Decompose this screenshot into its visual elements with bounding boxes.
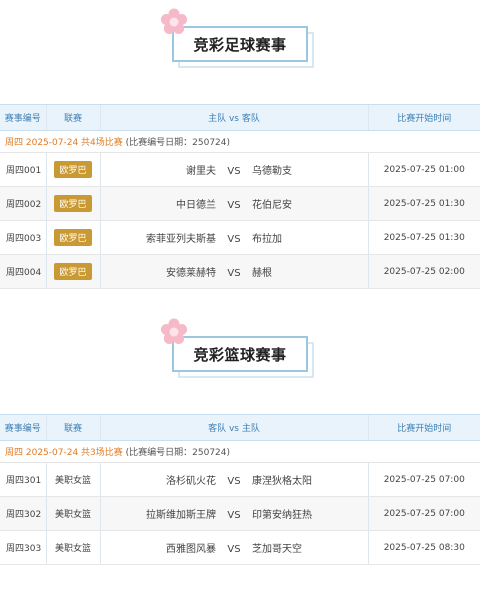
guest-team[interactable]: 西雅图风暴 (104, 540, 216, 555)
match-id: 周四301 (0, 462, 46, 497)
league-label[interactable]: 美职女篮 (45, 496, 100, 531)
league-cell: 欧罗巴 (45, 152, 100, 187)
start-time: 2025-07-25 07:00 (367, 462, 480, 497)
teams-cell: 谢里夫 VS 乌德勒支 (99, 152, 368, 187)
home-team[interactable]: 索菲亚列夫斯基 (104, 230, 216, 245)
match-id: 周四003 (0, 220, 46, 255)
start-time: 2025-07-25 02:00 (367, 254, 480, 289)
header-match-id: 赛事编号 (0, 414, 46, 441)
header-teams: 主队 vs 客队 (99, 104, 368, 131)
football-table: 赛事编号 联赛 主队 vs 客队 比赛开始时间 周四 2025-07-24 共4… (0, 104, 480, 289)
date-info: 周四 2025-07-24 共4场比赛 (比赛编号日期：250724) (0, 130, 480, 153)
home-team[interactable]: 谢里夫 (104, 162, 216, 177)
header-league: 联赛 (45, 414, 100, 441)
league-label[interactable]: 美职女篮 (45, 462, 100, 497)
date-note: (比赛编号日期：250724) (122, 448, 231, 458)
header-match-id: 赛事编号 (0, 104, 46, 131)
flower-icon (160, 8, 188, 34)
basketball-section-title: 竞彩篮球赛事 (172, 336, 308, 372)
basketball-title-block: 竞彩篮球赛事 (160, 318, 314, 378)
guest-team[interactable]: 洛杉矶火花 (104, 472, 216, 487)
match-id: 周四002 (0, 186, 46, 221)
host-team[interactable]: 康涅狄格太阳 (252, 472, 364, 487)
host-team[interactable]: 芝加哥天空 (252, 540, 364, 555)
start-time: 2025-07-25 07:00 (367, 496, 480, 531)
match-id: 周四001 (0, 152, 46, 187)
league-cell: 欧罗巴 (45, 254, 100, 289)
home-team[interactable]: 中日德兰 (104, 196, 216, 211)
vs-label: VS (227, 544, 241, 555)
league-cell: 欧罗巴 (45, 220, 100, 255)
teams-cell: 西雅图风暴 VS 芝加哥天空 (99, 530, 368, 565)
date-info: 周四 2025-07-24 共3场比赛 (比赛编号日期：250724) (0, 440, 480, 463)
league-badge[interactable]: 欧罗巴 (54, 263, 92, 280)
away-team[interactable]: 乌德勒支 (252, 162, 364, 177)
league-badge[interactable]: 欧罗巴 (54, 229, 92, 246)
header-start-time: 比赛开始时间 (367, 104, 480, 131)
table-row[interactable]: 周四302 美职女篮 拉斯维加斯王牌 VS 印第安纳狂热 2025-07-25 07… (0, 496, 480, 531)
vs-label: VS (227, 200, 241, 211)
header-start-time: 比赛开始时间 (367, 414, 480, 441)
league-badge[interactable]: 欧罗巴 (54, 195, 92, 212)
start-time: 2025-07-25 01:30 (367, 220, 480, 255)
table-row[interactable]: 周四301 美职女篮 洛杉矶火花 VS 康涅狄格太阳 2025-07-25 07:0… (0, 462, 480, 497)
league-label[interactable]: 美职女篮 (45, 530, 100, 565)
teams-cell: 安德莱赫特 VS 赫根 (99, 254, 368, 289)
table-header-row: 赛事编号 联赛 主队 vs 客队 比赛开始时间 (0, 104, 480, 131)
date-highlight: 周四 2025-07-24 共4场比赛 (5, 138, 123, 148)
teams-cell: 拉斯维加斯王牌 VS 印第安纳狂热 (99, 496, 368, 531)
away-team[interactable]: 花伯尼安 (252, 196, 364, 211)
away-team[interactable]: 布拉加 (252, 230, 364, 245)
teams-cell: 洛杉矶火花 VS 康涅狄格太阳 (99, 462, 368, 497)
teams-cell: 中日德兰 VS 花伯尼安 (99, 186, 368, 221)
table-row[interactable]: 周四003 欧罗巴 索菲亚列夫斯基 VS 布拉加 2025-07-25 01:30 (0, 220, 480, 255)
vs-label: VS (227, 268, 241, 279)
start-time: 2025-07-25 01:30 (367, 186, 480, 221)
table-row[interactable]: 周四004 欧罗巴 安德莱赫特 VS 赫根 2025-07-25 02:00 (0, 254, 480, 289)
header-teams: 客队 vs 主队 (99, 414, 368, 441)
table-row[interactable]: 周四303 美职女篮 西雅图风暴 VS 芝加哥天空 2025-07-25 08:30 (0, 530, 480, 565)
teams-cell: 索菲亚列夫斯基 VS 布拉加 (99, 220, 368, 255)
host-team[interactable]: 印第安纳狂热 (252, 506, 364, 521)
vs-label: VS (227, 234, 241, 245)
league-cell: 欧罗巴 (45, 186, 100, 221)
flower-icon (160, 318, 188, 344)
basketball-table: 赛事编号 联赛 客队 vs 主队 比赛开始时间 周四 2025-07-24 共3… (0, 414, 480, 565)
vs-label: VS (227, 476, 241, 487)
start-time: 2025-07-25 01:00 (367, 152, 480, 187)
table-header-row: 赛事编号 联赛 客队 vs 主队 比赛开始时间 (0, 414, 480, 441)
header-league: 联赛 (45, 104, 100, 131)
home-team[interactable]: 安德莱赫特 (104, 264, 216, 279)
football-title-block: 竞彩足球赛事 (160, 8, 314, 68)
vs-label: VS (227, 510, 241, 521)
vs-label: VS (227, 166, 241, 177)
match-id: 周四004 (0, 254, 46, 289)
football-section-title: 竞彩足球赛事 (172, 26, 308, 62)
date-highlight: 周四 2025-07-24 共3场比赛 (5, 448, 123, 458)
away-team[interactable]: 赫根 (252, 264, 364, 279)
table-row[interactable]: 周四002 欧罗巴 中日德兰 VS 花伯尼安 2025-07-25 01:30 (0, 186, 480, 221)
guest-team[interactable]: 拉斯维加斯王牌 (104, 506, 216, 521)
start-time: 2025-07-25 08:30 (367, 530, 480, 565)
table-row[interactable]: 周四001 欧罗巴 谢里夫 VS 乌德勒支 2025-07-25 01:00 (0, 152, 480, 187)
match-id: 周四303 (0, 530, 46, 565)
match-id: 周四302 (0, 496, 46, 531)
date-row: 周四 2025-07-24 共4场比赛 (比赛编号日期：250724) (0, 130, 480, 153)
league-badge[interactable]: 欧罗巴 (54, 161, 92, 178)
date-row: 周四 2025-07-24 共3场比赛 (比赛编号日期：250724) (0, 440, 480, 463)
date-note: (比赛编号日期：250724) (122, 138, 231, 148)
